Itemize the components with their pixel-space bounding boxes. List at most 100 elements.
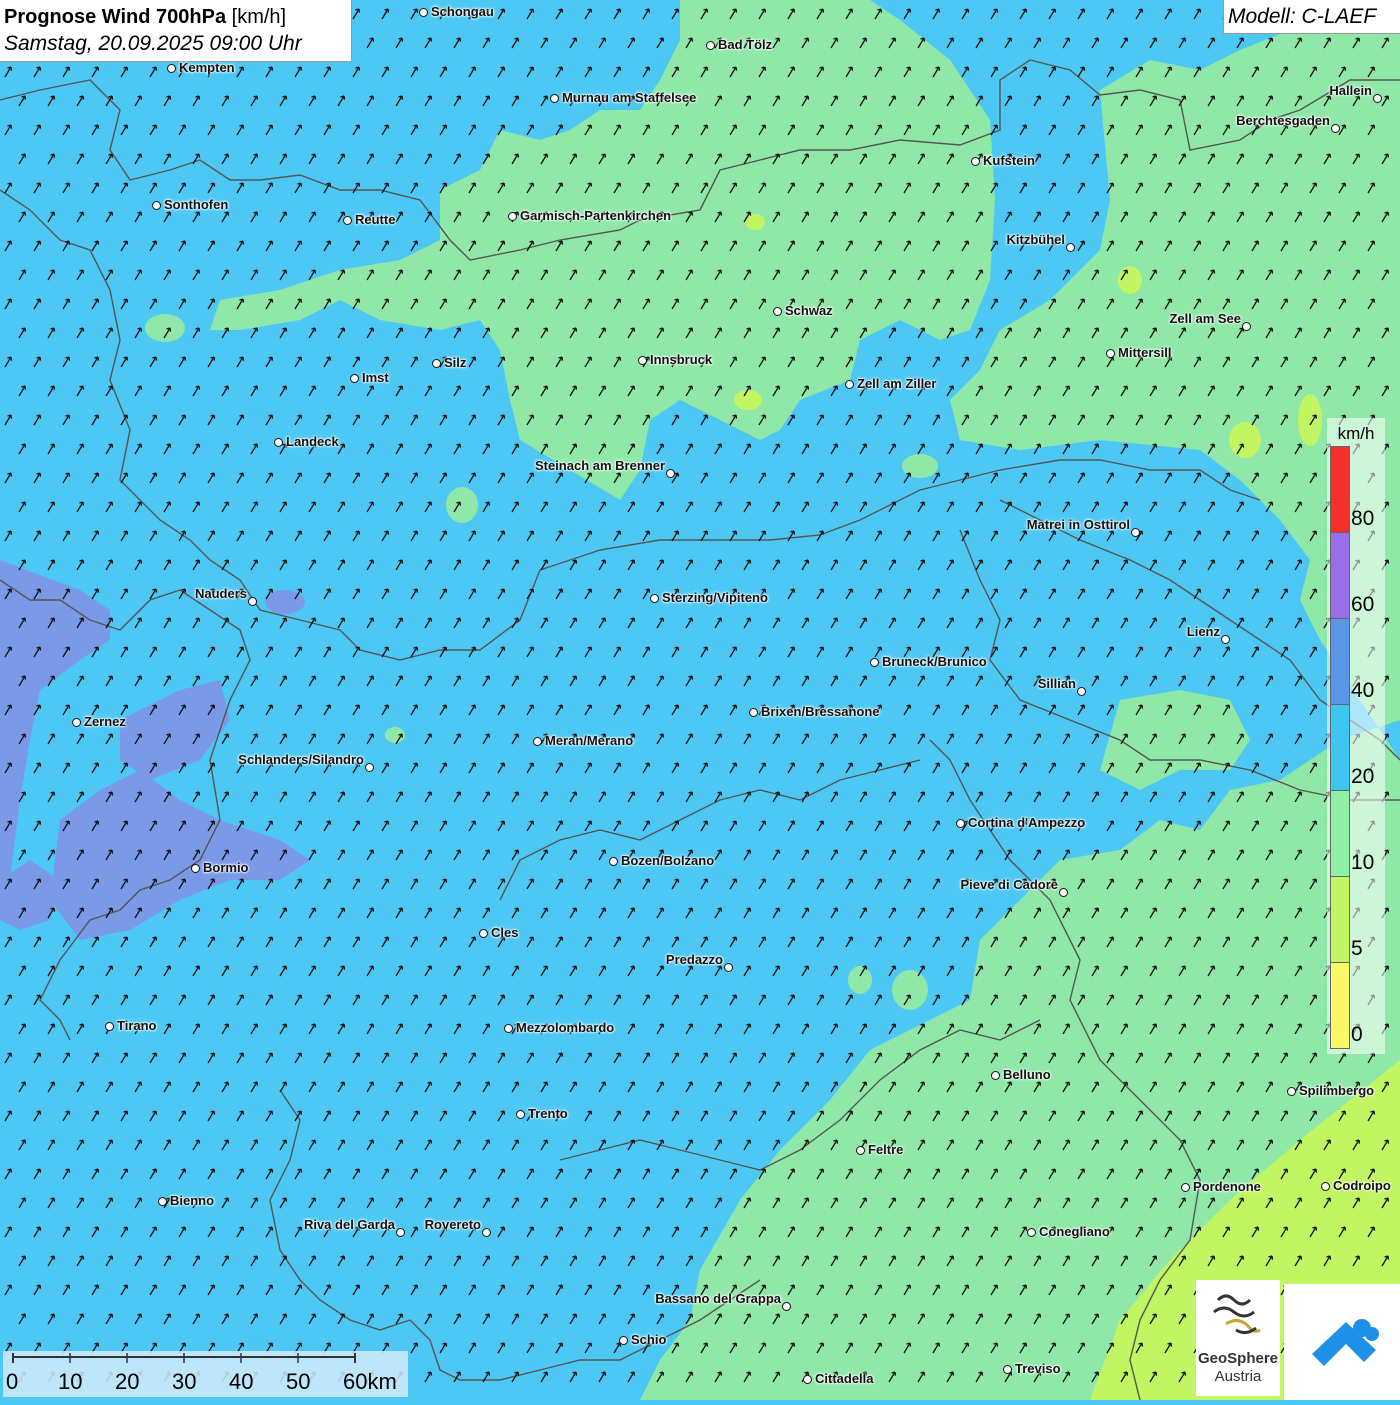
city-label: Riva del Garda: [303, 1217, 395, 1232]
weather-app-logo[interactable]: [1284, 1284, 1400, 1400]
city-marker-icon: [1287, 1087, 1296, 1096]
city-marker-icon: [782, 1302, 791, 1311]
city-label: Murnau am Staffelsee: [562, 90, 697, 105]
city-marker-icon: [1003, 1365, 1012, 1374]
scale-tick: 0: [6, 1369, 19, 1394]
city-label: Imst: [362, 370, 389, 385]
city-marker-icon: [749, 708, 758, 717]
city-label: Matrei in Osttirol: [1026, 517, 1130, 532]
legend-label: 0: [1351, 1023, 1363, 1046]
city-label: Hallein: [1329, 83, 1372, 98]
geosphere-logo[interactable]: GeoSphere Austria: [1196, 1280, 1280, 1396]
city-label: Rovereto: [424, 1217, 481, 1232]
city-label: Lienz: [1186, 624, 1220, 639]
city-marker-icon: [274, 438, 283, 447]
city-label: Meran/Merano: [545, 733, 634, 748]
city-marker-icon: [479, 929, 488, 938]
geosphere-name: GeoSphere: [1197, 1350, 1279, 1367]
city-label: Steinach am Brenner: [534, 458, 665, 473]
legend-label: 20: [1351, 765, 1375, 788]
legend-label: 5: [1351, 937, 1363, 960]
legend-label: 60: [1351, 593, 1375, 616]
city-marker-icon: [773, 307, 782, 316]
city-marker-icon: [856, 1146, 865, 1155]
city-label: Schwaz: [785, 303, 833, 318]
scale-bar-line: [12, 1353, 356, 1363]
scale-bar: 0 10 20 30 40 50 60km: [3, 1351, 408, 1397]
city-label: Kitzbühel: [1006, 232, 1066, 247]
city-marker-icon: [504, 1024, 513, 1033]
city-marker-icon: [1181, 1183, 1190, 1192]
city-label: Landeck: [286, 434, 339, 449]
legend-label: 40: [1351, 679, 1375, 702]
city-label: Bienno: [170, 1193, 215, 1208]
city-marker-icon: [1331, 124, 1340, 133]
city-label: Zell am See: [1169, 311, 1241, 326]
city-label: Trento: [528, 1106, 568, 1121]
city-label: Cles: [491, 925, 519, 940]
city-label: Conegliano: [1039, 1224, 1110, 1239]
city-marker-icon: [248, 597, 257, 606]
city-label: Berchtesgaden: [1236, 113, 1330, 128]
city-label: Nauders: [194, 586, 247, 601]
city-marker-icon: [105, 1022, 114, 1031]
city-marker-icon: [1373, 94, 1382, 103]
city-label: Kempten: [179, 60, 235, 75]
geosphere-mark-icon: [1213, 1294, 1261, 1335]
city-label: Silz: [444, 355, 467, 370]
forecast-datetime: Samstag, 20.09.2025 09:00 Uhr: [4, 32, 302, 55]
city-marker-icon: [803, 1375, 812, 1384]
city-marker-icon: [533, 737, 542, 746]
scale-tick: 50: [286, 1369, 311, 1394]
city-marker-icon: [1221, 635, 1230, 644]
city-marker-icon: [508, 212, 517, 221]
legend-swatch: [1330, 962, 1350, 1049]
city-label: Bassano del Grappa: [655, 1291, 781, 1306]
city-label: Pieve di Cadore: [960, 877, 1058, 892]
city-marker-icon: [516, 1110, 525, 1119]
city-marker-icon: [638, 356, 647, 365]
city-marker-icon: [343, 216, 352, 225]
color-legend: km/h 80 60 40 20 10 5 0: [1327, 418, 1385, 1054]
legend-swatch: [1330, 532, 1350, 619]
legend-swatch: [1330, 876, 1350, 963]
city-marker-icon: [1059, 888, 1068, 897]
city-label: Bad Tölz: [718, 37, 773, 52]
city-label: Tirano: [117, 1018, 157, 1033]
city-marker-icon: [1077, 687, 1086, 696]
city-label: Schongau: [431, 4, 494, 19]
city-label: Bormio: [203, 860, 249, 875]
city-marker-icon: [1321, 1182, 1330, 1191]
city-label: Zell am Ziller: [857, 376, 937, 391]
city-marker-icon: [1131, 528, 1140, 537]
city-marker-icon: [365, 763, 374, 772]
city-label: Predazzo: [665, 952, 723, 967]
city-label: Bozen/Bolzano: [621, 853, 715, 868]
legend-swatch: [1330, 704, 1350, 791]
legend-swatch: [1330, 618, 1350, 705]
scale-tick: 60km: [343, 1369, 397, 1394]
city-marker-icon: [482, 1228, 491, 1237]
city-marker-icon: [870, 658, 879, 667]
city-marker-icon: [956, 819, 965, 828]
city-label: Treviso: [1015, 1361, 1061, 1376]
city-label: Belluno: [1003, 1067, 1051, 1082]
city-marker-icon: [350, 374, 359, 383]
city-label: Cittadella: [815, 1371, 874, 1386]
mountain-cloud-icon: [1312, 1319, 1379, 1366]
scale-tick: 30: [172, 1369, 197, 1394]
city-marker-icon: [550, 94, 559, 103]
city-marker-icon: [724, 963, 733, 972]
city-marker-icon: [1066, 243, 1075, 252]
legend-label: 10: [1351, 851, 1375, 874]
city-label: Spilimbergo: [1299, 1083, 1375, 1098]
city-marker-icon: [1106, 349, 1115, 358]
city-marker-icon: [167, 64, 176, 73]
city-marker-icon: [152, 201, 161, 210]
city-label: Innsbruck: [650, 352, 713, 367]
city-label: Brixen/Bressanone: [761, 704, 880, 719]
geosphere-country: Austria: [1214, 1368, 1262, 1385]
city-marker-icon: [72, 718, 81, 727]
city-label: Schlanders/Silandro: [238, 752, 364, 767]
city-label: Sillian: [1037, 676, 1076, 691]
